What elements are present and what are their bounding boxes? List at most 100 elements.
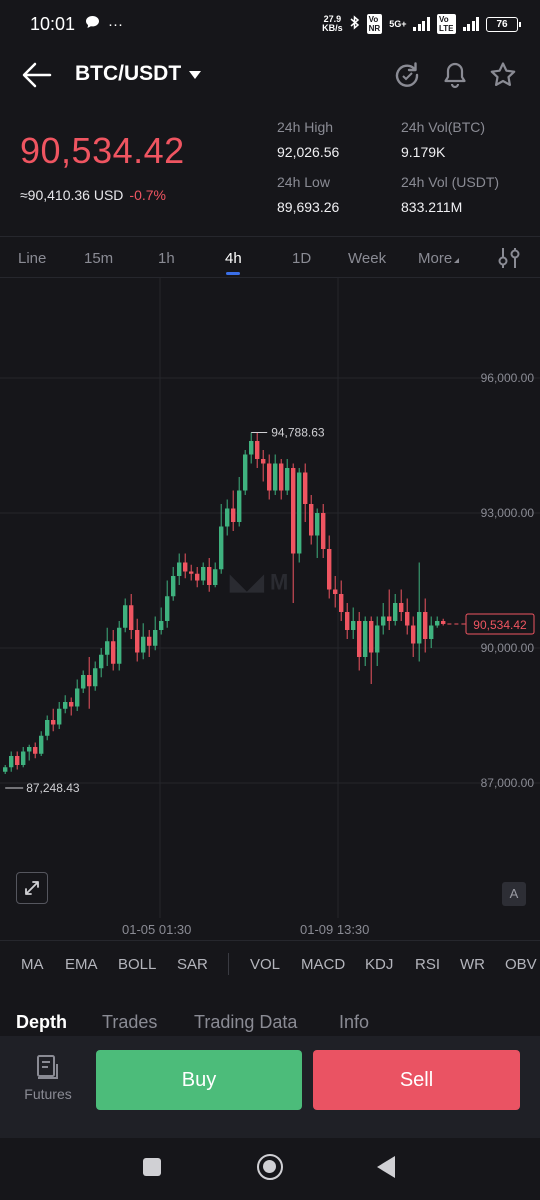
x-tick-label: 01-09 13:30 <box>300 922 370 937</box>
candle-down <box>207 567 212 585</box>
last-price: 90,534.42 <box>20 130 185 171</box>
action-bar: Futures Buy Sell <box>0 1036 540 1138</box>
interval-tabs: Line 15m 1h 4h 1D Week More <box>0 236 540 278</box>
tab-info[interactable]: Info <box>339 1012 369 1033</box>
futures-icon <box>37 1055 58 1079</box>
tab-more-label: More <box>418 250 453 267</box>
fullscreen-button[interactable] <box>16 872 48 904</box>
candle-up <box>429 625 434 639</box>
tab-line[interactable]: Line <box>18 250 46 267</box>
chart-canvas: ◣◢ M 94,788.63 87,248.43 90,534.42 <box>0 278 540 918</box>
auto-scale-button[interactable]: A <box>502 882 526 906</box>
stat-24h-vol-usdt: 24h Vol (USDT) 833.211M <box>401 174 499 215</box>
home-icon[interactable] <box>257 1154 283 1180</box>
tab-trading-data[interactable]: Trading Data <box>194 1012 297 1033</box>
indicator-wr[interactable]: WR <box>460 956 485 973</box>
back-arrow-icon[interactable] <box>22 62 52 88</box>
candle-up <box>171 576 176 597</box>
refresh-icon[interactable] <box>392 60 422 90</box>
stat-value: 89,693.26 <box>277 199 340 215</box>
candle-down <box>147 636 152 646</box>
star-icon[interactable] <box>488 60 518 90</box>
candle-down <box>399 603 404 612</box>
candle-down <box>69 702 74 707</box>
candle-down <box>405 612 410 626</box>
futures-label: Futures <box>24 1086 72 1102</box>
stat-value: 9.179K <box>401 144 446 160</box>
indicator-vol[interactable]: VOL <box>250 956 280 973</box>
status-time: 10:01 <box>30 13 76 34</box>
tab-week[interactable]: Week <box>348 250 386 267</box>
candle-up <box>81 675 86 689</box>
tab-more[interactable]: More <box>418 250 460 267</box>
bell-icon[interactable] <box>440 60 470 90</box>
candle-up <box>351 621 356 630</box>
tab-15m[interactable]: 15m <box>84 250 113 267</box>
candle-up <box>201 567 206 581</box>
candle-down <box>339 594 344 612</box>
indicator-kdj[interactable]: KDJ <box>365 956 393 973</box>
candle-down <box>135 630 140 653</box>
net-speed-unit: KB/s <box>322 23 343 33</box>
expand-icon <box>25 881 39 895</box>
candle-up <box>417 612 422 644</box>
tab-1d[interactable]: 1D <box>292 250 311 267</box>
candle-down <box>267 463 272 491</box>
low-marker-label: 87,248.43 <box>26 781 80 795</box>
candle-down <box>387 616 392 621</box>
candle-up <box>165 596 170 621</box>
indicator-divider <box>228 953 229 975</box>
stat-label: 24h Low <box>277 174 330 190</box>
volte-nr-icon: Vo NR <box>366 14 383 34</box>
candle-up <box>213 569 218 585</box>
pair-selector[interactable]: BTC/USDT <box>75 62 202 86</box>
detail-tabs: Depth Trades Trading Data Info <box>0 994 540 1036</box>
candle-down <box>369 621 374 653</box>
stat-24h-vol-btc: 24h Vol(BTC) 9.179K <box>401 119 485 160</box>
caret-icon <box>454 258 460 263</box>
candle-up <box>117 627 122 664</box>
top-header: BTC/USDT <box>0 50 540 100</box>
recent-apps-icon[interactable] <box>143 1158 161 1176</box>
candle-down <box>51 720 56 725</box>
candle-down <box>309 504 314 536</box>
indicator-macd[interactable]: MACD <box>301 956 345 973</box>
tab-trades[interactable]: Trades <box>102 1012 157 1033</box>
battery-icon: 76 <box>486 16 521 32</box>
nav-back-icon[interactable] <box>377 1156 395 1178</box>
y-tick-label: 96,000.00 <box>480 371 534 385</box>
candle-up <box>45 720 50 736</box>
candle-down <box>333 589 338 594</box>
indicator-obv[interactable]: OBV <box>505 956 537 973</box>
candle-up <box>39 735 44 754</box>
buy-button[interactable]: Buy <box>96 1050 302 1110</box>
stat-label: 24h Vol (USDT) <box>401 174 500 190</box>
candle-up <box>285 468 290 491</box>
high-marker-label: 94,788.63 <box>271 425 325 439</box>
signal-icon <box>413 17 430 31</box>
candle-up <box>249 441 254 455</box>
candle-up <box>153 630 158 646</box>
indicator-ema[interactable]: EMA <box>65 956 98 973</box>
candle-up <box>9 756 14 768</box>
current-price-label: 90,534.42 <box>473 618 527 632</box>
indicator-rsi[interactable]: RSI <box>415 956 440 973</box>
candlestick-chart[interactable]: ◣◢ M 94,788.63 87,248.43 90,534.42 96,000.0… <box>0 278 540 940</box>
candle-down <box>411 625 416 644</box>
tab-depth[interactable]: Depth <box>16 1012 67 1033</box>
futures-button[interactable]: Futures <box>18 1054 78 1102</box>
candle-down <box>291 468 296 554</box>
indicator-boll[interactable]: BOLL <box>118 956 156 973</box>
y-tick-label: 93,000.00 <box>480 506 534 520</box>
indicator-ma[interactable]: MA <box>21 956 44 973</box>
candle-up <box>93 668 98 687</box>
chart-settings-icon[interactable] <box>496 245 522 271</box>
sell-button[interactable]: Sell <box>313 1050 520 1110</box>
y-tick-label: 90,000.00 <box>480 641 534 655</box>
tab-4h[interactable]: 4h <box>225 250 242 267</box>
indicator-sar[interactable]: SAR <box>177 956 208 973</box>
candle-down <box>129 605 134 630</box>
candle-up <box>273 463 278 491</box>
candle-down <box>423 612 428 639</box>
tab-1h[interactable]: 1h <box>158 250 175 267</box>
